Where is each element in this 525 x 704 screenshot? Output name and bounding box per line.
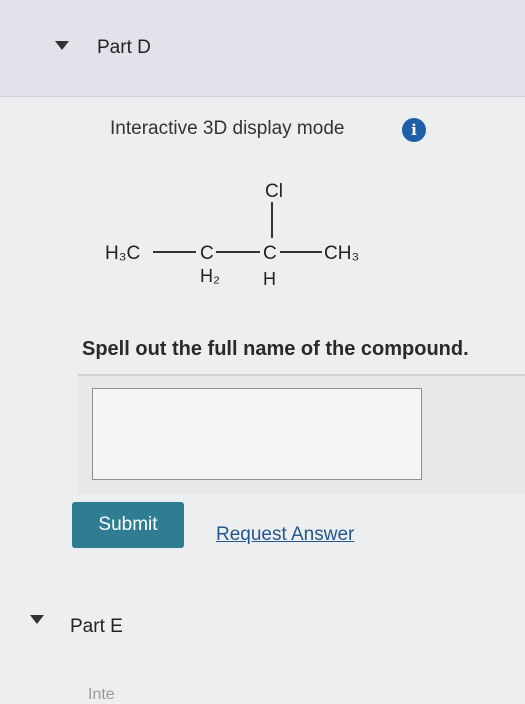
submit-button[interactable]: Submit xyxy=(72,502,184,548)
answer-input[interactable] xyxy=(92,388,422,480)
expand-caret-icon[interactable] xyxy=(30,615,44,624)
next-section-text: Inte xyxy=(88,686,115,703)
methyl-right-label: CH₃ xyxy=(324,243,359,264)
collapse-caret-icon[interactable] xyxy=(55,41,69,50)
info-icon[interactable]: i xyxy=(402,118,426,142)
molecule-structure: Cl H₃C C C CH₃ H₂ H xyxy=(105,181,359,289)
display-mode-label: Interactive 3D display mode xyxy=(110,118,345,139)
part-d-header[interactable]: Part D xyxy=(0,0,525,97)
ch2-carbon-label: C xyxy=(200,243,214,264)
question-prompt: Spell out the full name of the compound. xyxy=(82,338,469,360)
part-d-title: Part D xyxy=(97,37,151,58)
h-label: H xyxy=(263,269,276,289)
chlorine-atom-label: Cl xyxy=(265,181,283,202)
h2-label: H₂ xyxy=(200,266,220,286)
request-answer-link[interactable]: Request Answer xyxy=(216,524,354,546)
chcl-carbon-label: C xyxy=(263,243,277,264)
part-e-title[interactable]: Part E xyxy=(70,616,123,638)
methyl-left-label: H₃C xyxy=(105,243,140,264)
